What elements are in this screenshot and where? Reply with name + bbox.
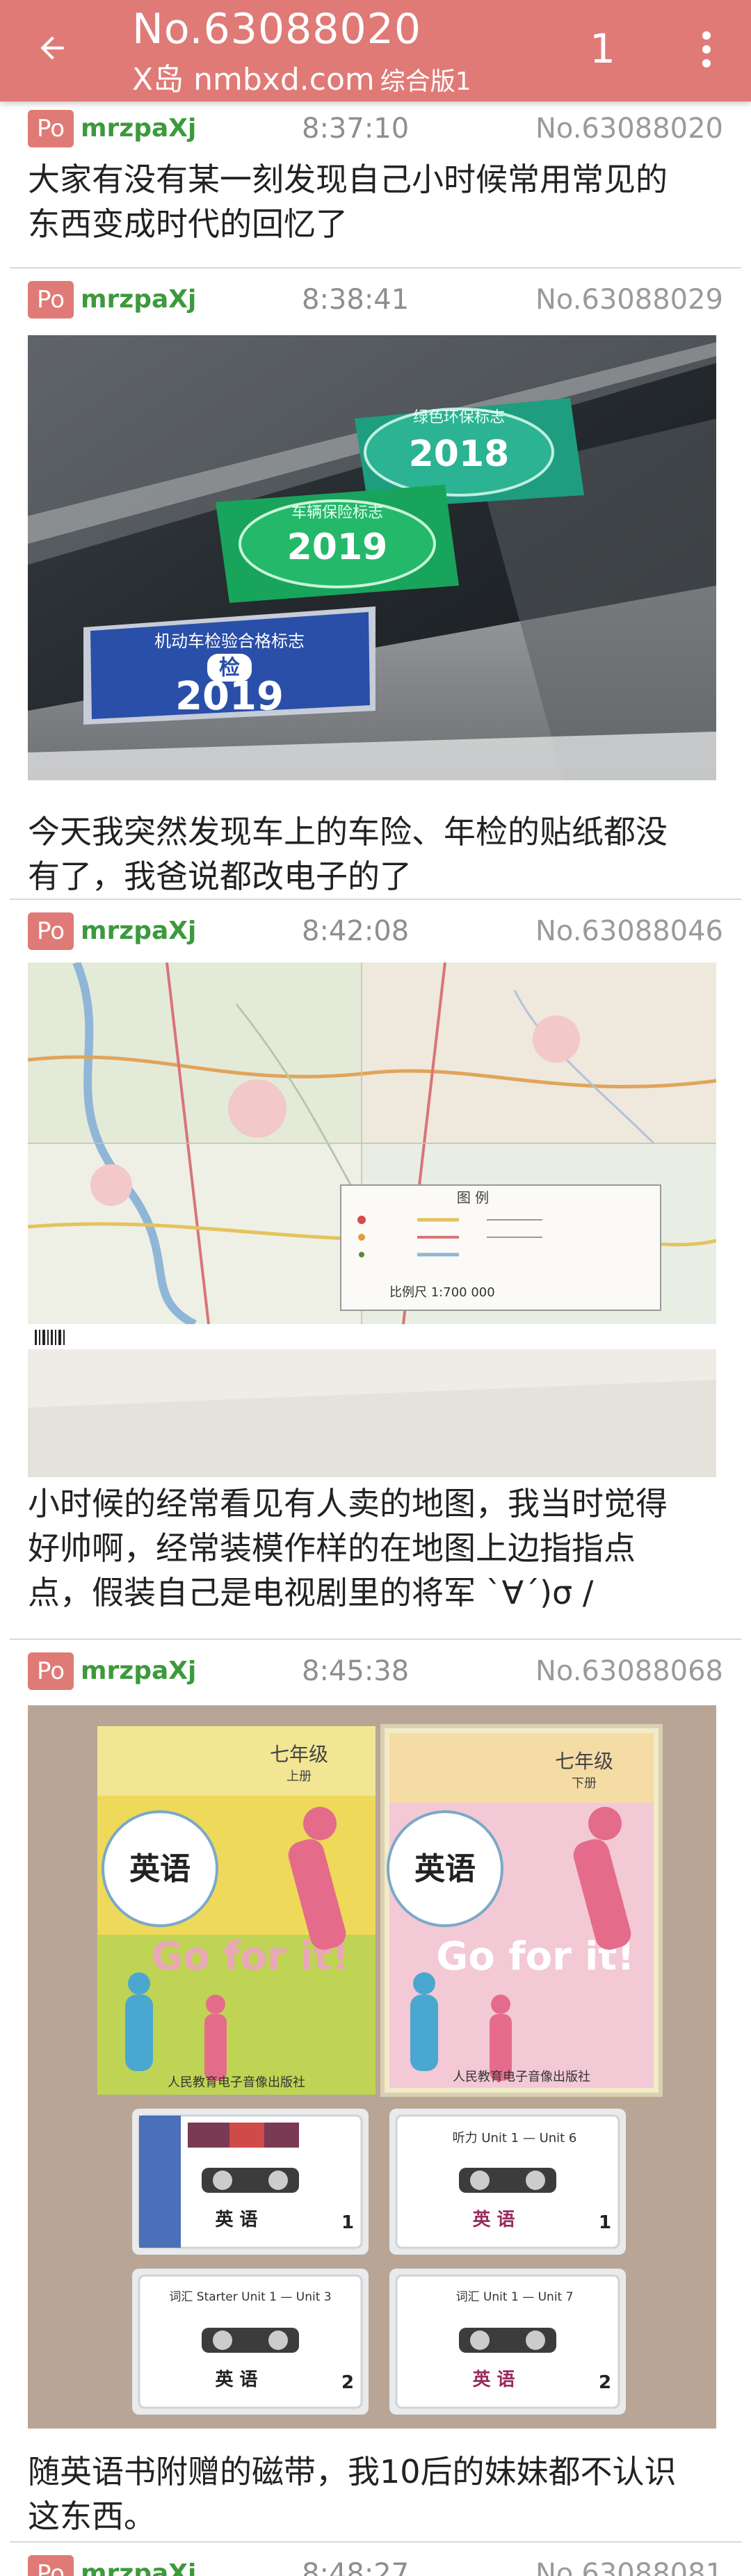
- post-image[interactable]: 七年级 上册 英语 Go for it! 人民教育电子音像出版社 七年级 下册 …: [28, 1705, 716, 2429]
- user-id[interactable]: mrzpaXj: [81, 912, 196, 950]
- tape-title: 英 语: [215, 2369, 257, 2390]
- thread-title: No.63088020: [132, 5, 421, 54]
- reply-item[interactable]: Po mrzpaXj 8:37:10 No.63088020 大家有没有某一刻发…: [0, 102, 751, 268]
- book-publisher: 人民教育电子音像出版社: [168, 2075, 305, 2090]
- po-badge: Po: [28, 110, 74, 147]
- user-id[interactable]: mrzpaXj: [81, 2555, 196, 2576]
- post-time: 8:48:27: [302, 2558, 410, 2576]
- post-time: 8:37:10: [302, 113, 410, 145]
- text-line: 小时候的经常看见有人卖的地图，我当时觉得: [28, 1485, 668, 1522]
- windshield-stickers-photo: 绿色环保标志 2018 车辆保险标志 2019 机动车检验合格标志 检 2019: [28, 335, 716, 780]
- tape-label: 词汇 Starter Unit 1 — Unit 3: [169, 2290, 331, 2304]
- text-line: 点，假装自己是电视剧里的将军 `∀´)σ /: [28, 1574, 594, 1611]
- text-line: 随英语书附赠的磁带，我10后的妹妹都不认识: [28, 2453, 677, 2490]
- book-title: 英语: [129, 1851, 191, 1887]
- sticker-2019-inspection: 机动车检验合格标志 检 2019: [83, 606, 376, 725]
- book-grade: 七年级: [555, 1750, 613, 1773]
- tape-number: 2: [341, 2372, 354, 2393]
- tape-number: 1: [341, 2212, 354, 2233]
- tape-number: 1: [599, 2212, 611, 2233]
- text-line: 大家有没有某一刻发现自己小时候常用常见的: [28, 161, 668, 198]
- user-id[interactable]: mrzpaXj: [81, 1652, 196, 1690]
- post-content: 随英语书附赠的磁带，我10后的妹妹都不认识 这东西。: [28, 2449, 723, 2538]
- user-id[interactable]: mrzpaXj: [81, 281, 196, 319]
- more-options-button[interactable]: [686, 25, 727, 77]
- po-badge: Po: [28, 281, 74, 319]
- post-image[interactable]: 图 例 比例尺 1:700 000: [28, 963, 716, 1477]
- board-subtitle: X岛 nmbxd.com 综合版1: [132, 61, 471, 101]
- map-legend: 图 例 比例尺 1:700 000: [340, 1184, 661, 1311]
- text-line: 今天我突然发现车上的车险、年检的贴纸都没: [28, 813, 668, 851]
- cassette-3: 词汇 Starter Unit 1 — Unit 3 英 语 2: [132, 2269, 369, 2415]
- post-image[interactable]: 绿色环保标志 2018 车辆保险标志 2019 机动车检验合格标志 检 2019: [28, 335, 716, 780]
- sticker-header: 绿色环保标志: [413, 409, 505, 426]
- reply-meta: Po mrzpaXj 8:48:27 No.63088081: [28, 2555, 723, 2576]
- reply-item[interactable]: Po mrzpaXj 8:38:41 No.63088029 绿色环保标志 20…: [0, 268, 751, 900]
- user-id[interactable]: mrzpaXj: [81, 110, 196, 147]
- cassette-4: 词汇 Unit 1 — Unit 7 英 语 2: [389, 2269, 626, 2415]
- post-content: 今天我突然发现车上的车险、年检的贴纸都没 有了，我爸说都改电子的了: [28, 810, 723, 899]
- board-name: 综合版1: [380, 67, 471, 96]
- reply-meta: Po mrzpaXj 8:42:08 No.63088046: [28, 912, 723, 954]
- post-content: 大家有没有某一刻发现自己小时候常用常见的 东西变成时代的回忆了: [28, 157, 723, 246]
- app-bar: No.63088020 X岛 nmbxd.com 综合版1 1: [0, 0, 751, 102]
- cassette-1: 英 语 1: [132, 2109, 369, 2255]
- book-volume: 下册: [572, 1776, 597, 1791]
- tape-label: 听力 Unit 1 — Unit 6: [453, 2131, 577, 2146]
- text-line: 好帅啊，经常装模作样的在地图上边指指点: [28, 1529, 636, 1567]
- book-publisher: 人民教育电子音像出版社: [453, 2070, 590, 2084]
- post-number[interactable]: No.63088029: [535, 281, 723, 319]
- more-vert-icon: [701, 30, 712, 72]
- tape-title: 英 语: [472, 2369, 515, 2390]
- reply-meta: Po mrzpaXj 8:38:41 No.63088029: [28, 281, 723, 323]
- reply-item[interactable]: Po mrzpaXj 8:48:27 No.63088081: [0, 2543, 751, 2576]
- sticker-year: 2018: [409, 433, 510, 475]
- text-line: 这东西。: [28, 2497, 156, 2535]
- legend-title: 图 例: [457, 1189, 489, 1206]
- reply-meta: Po mrzpaXj 8:37:10 No.63088020: [28, 110, 723, 152]
- tape-title: 英 语: [472, 2209, 515, 2230]
- post-number[interactable]: No.63088081: [535, 2555, 723, 2576]
- post-time: 8:38:41: [302, 284, 410, 316]
- text-line: 东西变成时代的回忆了: [28, 205, 348, 243]
- book-title: 英语: [414, 1851, 476, 1887]
- folded-map-photo: 图 例 比例尺 1:700 000: [28, 963, 716, 1477]
- textbook-cassettes-photo: 七年级 上册 英语 Go for it! 人民教育电子音像出版社 七年级 下册 …: [28, 1705, 716, 2429]
- page-number-button[interactable]: 1: [590, 24, 615, 74]
- sticker-2019-insurance: 车辆保险标志 2019: [216, 485, 459, 603]
- sticker-year: 2019: [287, 526, 388, 568]
- textbook-grade7-vol1: 七年级 上册 英语 Go for it! 人民教育电子音像出版社: [97, 1726, 376, 2095]
- back-button[interactable]: [28, 25, 76, 74]
- sticker-header: 机动车检验合格标志: [154, 631, 305, 651]
- po-badge: Po: [28, 912, 74, 950]
- reply-item[interactable]: Po mrzpaXj 8:45:38 No.63088068 七年级 上册 英语…: [0, 1640, 751, 2541]
- sticker-header: 车辆保险标志: [291, 504, 383, 522]
- reply-item[interactable]: Po mrzpaXj 8:42:08 No.63088046 图 例 比例尺 1…: [0, 900, 751, 1639]
- post-time: 8:45:38: [302, 1655, 410, 1687]
- map-scale: 比例尺 1:700 000: [389, 1285, 495, 1300]
- post-number[interactable]: No.63088046: [535, 912, 723, 950]
- text-line: 有了，我爸说都改电子的了: [28, 858, 412, 895]
- po-badge: Po: [28, 1652, 74, 1690]
- arrow-left-icon: [35, 31, 70, 68]
- reply-meta: Po mrzpaXj 8:45:38 No.63088068: [28, 1652, 723, 1694]
- tape-number: 2: [599, 2372, 611, 2393]
- book-grade: 七年级: [270, 1743, 328, 1766]
- book-volume: 上册: [286, 1769, 312, 1784]
- post-time: 8:42:08: [302, 915, 410, 947]
- cassette-2: 听力 Unit 1 — Unit 6 英 语 1: [389, 2109, 626, 2255]
- tape-title: 英 语: [215, 2209, 257, 2230]
- post-content: 小时候的经常看见有人卖的地图，我当时觉得 好帅啊，经常装模作样的在地图上边指指点…: [28, 1481, 723, 1615]
- textbook-grade7-vol2: 七年级 下册 英语 Go for it! 人民教育电子音像出版社: [380, 1724, 663, 2097]
- po-badge: Po: [28, 2555, 74, 2576]
- sticker-year: 2019: [175, 674, 284, 719]
- site-name: X岛 nmbxd.com: [132, 62, 375, 97]
- tape-label: 词汇 Unit 1 — Unit 7: [456, 2290, 574, 2304]
- post-number[interactable]: No.63088020: [535, 110, 723, 147]
- post-number[interactable]: No.63088068: [535, 1652, 723, 1690]
